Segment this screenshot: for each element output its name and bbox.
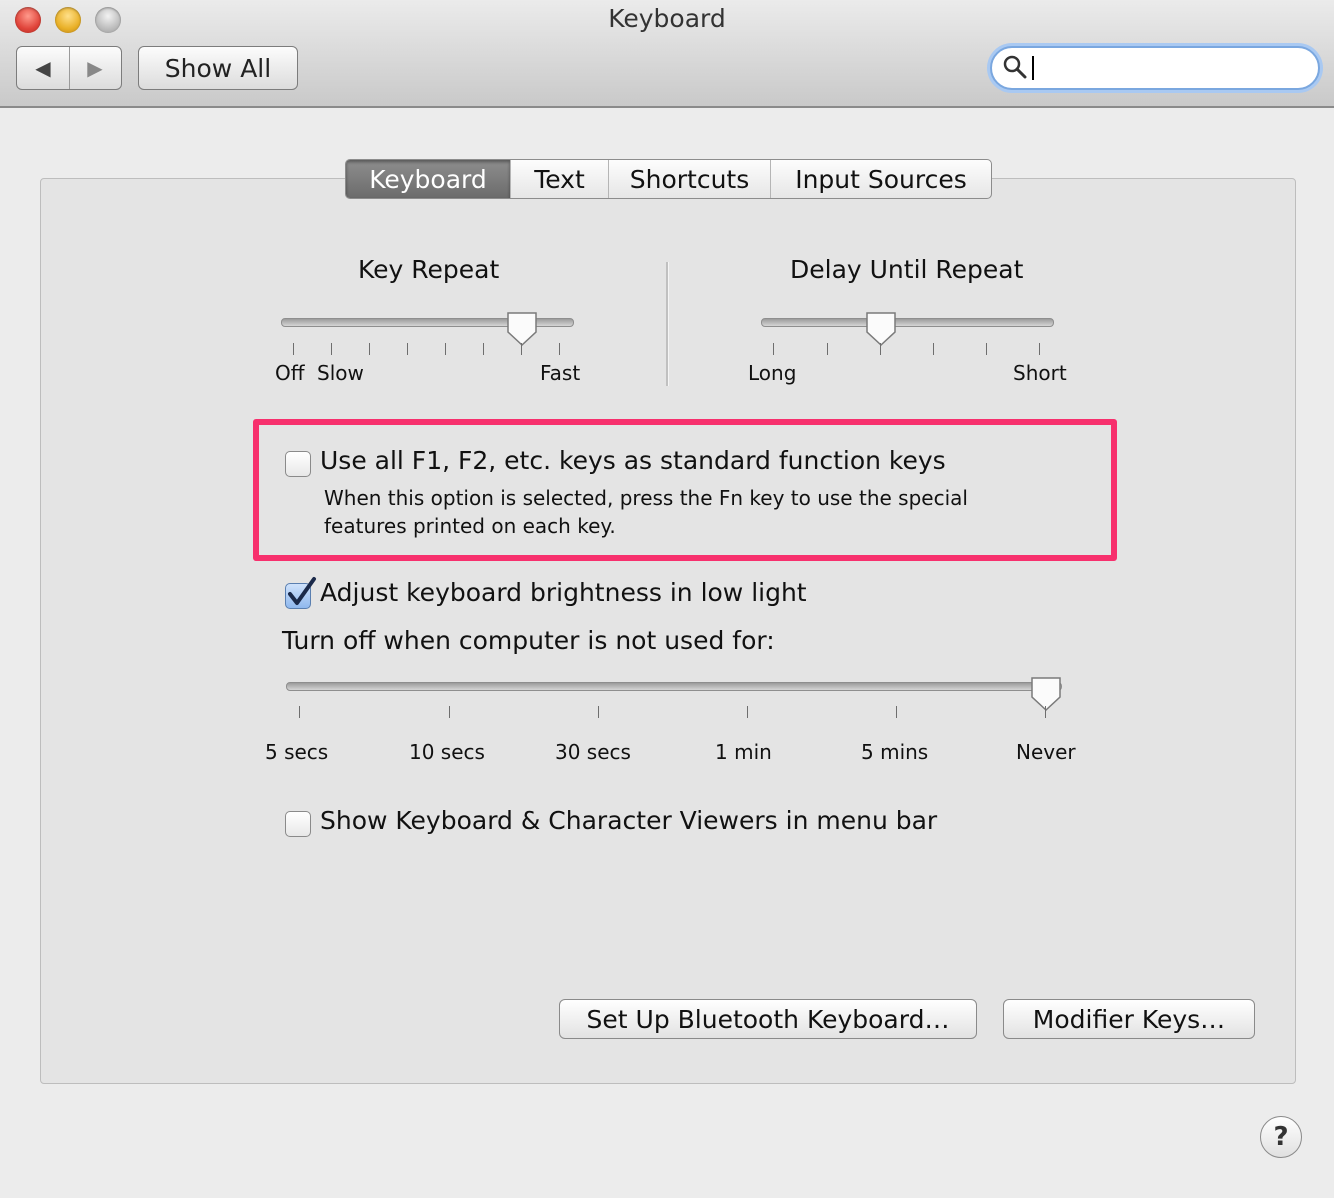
delay-tick bbox=[986, 343, 987, 355]
delay-tick bbox=[933, 343, 934, 355]
function-keys-description-line1: When this option is selected, press the … bbox=[324, 486, 968, 510]
turn-off-slider-track[interactable] bbox=[286, 682, 1062, 691]
window-titlebar: Keyboard ◀ ▶ Show All bbox=[0, 0, 1334, 108]
key-repeat-off-label: Off bbox=[275, 361, 305, 385]
delay-until-repeat-title: Delay Until Repeat bbox=[790, 255, 1024, 284]
modifier-keys-button[interactable]: Modifier Keys… bbox=[1003, 999, 1255, 1039]
turn-off-tick bbox=[1045, 706, 1046, 718]
key-repeat-tick bbox=[293, 343, 294, 355]
key-repeat-fast-label: Fast bbox=[540, 361, 581, 385]
viewers-checkbox[interactable] bbox=[285, 811, 311, 837]
delay-slider-track[interactable] bbox=[761, 318, 1054, 327]
function-keys-checkbox[interactable] bbox=[285, 451, 311, 477]
back-button[interactable]: ◀ bbox=[17, 47, 70, 89]
help-button[interactable]: ? bbox=[1260, 1116, 1302, 1158]
brightness-label[interactable]: Adjust keyboard brightness in low light bbox=[320, 578, 807, 607]
window-title: Keyboard bbox=[608, 4, 726, 33]
function-keys-description-line2: features printed on each key. bbox=[324, 514, 616, 538]
key-repeat-tick bbox=[331, 343, 332, 355]
tab-input-sources[interactable]: Input Sources bbox=[770, 160, 991, 198]
key-repeat-slow-label: Slow bbox=[317, 361, 364, 385]
key-repeat-tick bbox=[369, 343, 370, 355]
turn-off-label: Turn off when computer is not used for: bbox=[282, 626, 775, 655]
turn-off-tick-label: 5 mins bbox=[861, 740, 929, 764]
viewers-label[interactable]: Show Keyboard & Character Viewers in men… bbox=[320, 806, 937, 835]
setup-bluetooth-keyboard-button[interactable]: Set Up Bluetooth Keyboard… bbox=[559, 999, 977, 1039]
navigation-buttons: ◀ ▶ bbox=[16, 46, 122, 90]
turn-off-tick bbox=[449, 706, 450, 718]
tab-keyboard[interactable]: Keyboard bbox=[346, 160, 510, 198]
delay-long-label: Long bbox=[748, 361, 797, 385]
turn-off-tick-label: 30 secs bbox=[555, 740, 631, 764]
search-field[interactable] bbox=[990, 46, 1320, 90]
delay-tick bbox=[880, 343, 881, 355]
back-arrow-icon: ◀ bbox=[35, 56, 51, 80]
brightness-checkbox[interactable] bbox=[285, 577, 316, 609]
turn-off-tick bbox=[747, 706, 748, 718]
turn-off-tick bbox=[896, 706, 897, 718]
show-all-button[interactable]: Show All bbox=[138, 46, 298, 90]
key-repeat-tick bbox=[445, 343, 446, 355]
text-caret bbox=[1032, 56, 1034, 80]
turn-off-tick-label: 1 min bbox=[715, 740, 772, 764]
key-repeat-tick bbox=[559, 343, 560, 355]
tab-shortcuts[interactable]: Shortcuts bbox=[608, 160, 770, 198]
delay-tick bbox=[1039, 343, 1040, 355]
delay-short-label: Short bbox=[1013, 361, 1067, 385]
key-repeat-title: Key Repeat bbox=[358, 255, 500, 284]
turn-off-tick-label: Never bbox=[1016, 740, 1076, 764]
delay-slider-knob[interactable] bbox=[864, 311, 898, 347]
slider-divider bbox=[666, 262, 669, 386]
tab-bar: Keyboard Text Shortcuts Input Sources bbox=[345, 159, 992, 199]
key-repeat-tick bbox=[483, 343, 484, 355]
turn-off-tick-label: 5 secs bbox=[265, 740, 329, 764]
key-repeat-slider-knob[interactable] bbox=[505, 311, 539, 347]
delay-tick bbox=[773, 343, 774, 355]
delay-tick bbox=[827, 343, 828, 355]
turn-off-tick bbox=[299, 706, 300, 718]
forward-arrow-icon: ▶ bbox=[87, 56, 103, 80]
turn-off-tick-label: 10 secs bbox=[409, 740, 485, 764]
tab-text[interactable]: Text bbox=[510, 160, 608, 198]
key-repeat-tick bbox=[521, 343, 522, 355]
turn-off-slider-knob[interactable] bbox=[1029, 676, 1063, 712]
key-repeat-tick bbox=[407, 343, 408, 355]
forward-button[interactable]: ▶ bbox=[69, 47, 121, 89]
function-keys-label[interactable]: Use all F1, F2, etc. keys as standard fu… bbox=[320, 446, 946, 475]
turn-off-tick bbox=[598, 706, 599, 718]
search-icon bbox=[1003, 55, 1027, 79]
checkmark-icon bbox=[288, 577, 316, 605]
